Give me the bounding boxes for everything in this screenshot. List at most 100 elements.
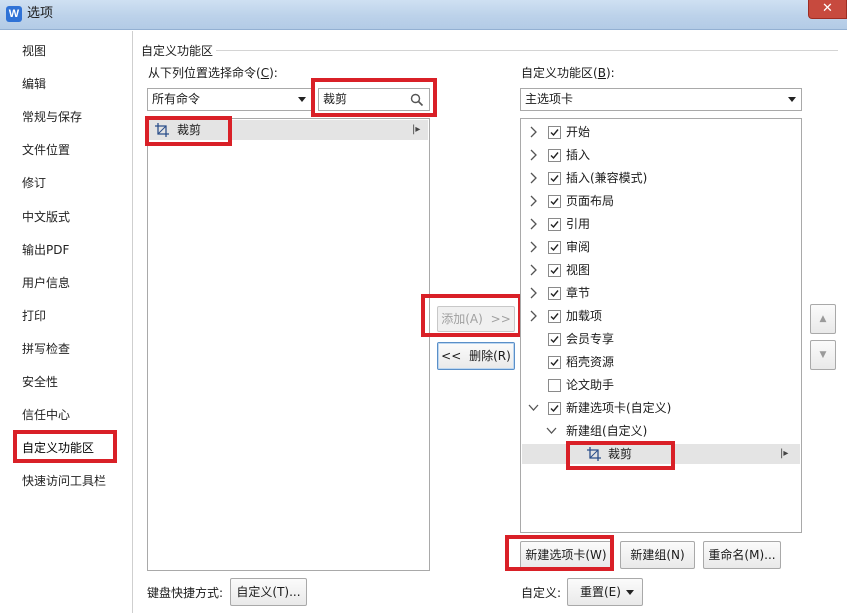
tree-row[interactable]: 审阅 [522, 237, 800, 257]
reset-button[interactable]: 重置(E) [567, 578, 643, 606]
tree-row[interactable]: 章节 [522, 283, 800, 303]
keyboard-customize-button[interactable]: 自定义(T)... [230, 578, 307, 606]
tree-label: 稻壳资源 [566, 355, 615, 369]
nav-item[interactable]: 拼写检查 [22, 339, 70, 359]
title-bar [0, 0, 847, 30]
tree-label: 页面布局 [566, 194, 615, 208]
window-title: 选项 [27, 6, 54, 21]
tree-row[interactable]: 加载项 [522, 306, 800, 326]
customize-row-label: 自定义: [521, 586, 562, 600]
tree-row[interactable]: 视图 [522, 260, 800, 280]
nav-item[interactable]: 常规与保存 [22, 107, 82, 127]
tree-crop-highlight-box [566, 441, 675, 470]
command-source-combo[interactable]: 所有命令 [147, 88, 312, 111]
checkbox[interactable] [548, 310, 561, 323]
expand-arrow-icon: |▸ [412, 124, 421, 135]
checkbox[interactable] [548, 379, 561, 392]
nav-item[interactable]: 安全性 [22, 372, 58, 392]
chevron-right-icon[interactable] [527, 191, 539, 211]
wps-logo-icon: W [6, 6, 22, 22]
nav-item[interactable]: 编辑 [22, 74, 46, 94]
new-group-button[interactable]: 新建组(N) [620, 541, 695, 569]
checkbox[interactable] [548, 195, 561, 208]
checkbox[interactable] [548, 356, 561, 369]
group-divider [216, 50, 838, 51]
tree-label: 引用 [566, 217, 591, 231]
remove-button[interactable]: << 删除(R) [437, 342, 515, 370]
tree-label: 新建组(自定义) [566, 424, 648, 438]
keyboard-shortcut-label: 键盘快捷方式: [147, 586, 224, 600]
chevron-down-icon [298, 97, 306, 102]
add-highlight-box [421, 294, 522, 337]
tree-row[interactable]: 稻壳资源 [522, 352, 800, 372]
rename-button[interactable]: 重命名(M)... [703, 541, 781, 569]
tree-row[interactable]: 新建选项卡(自定义) [522, 398, 800, 418]
checkbox[interactable] [548, 126, 561, 139]
checkbox[interactable] [548, 333, 561, 346]
search-highlight-box [311, 78, 437, 117]
nav-item[interactable]: 视图 [22, 41, 46, 61]
chevron-down-icon[interactable] [545, 421, 557, 441]
tree-label: 开始 [566, 125, 591, 139]
chevron-down-icon [626, 590, 634, 595]
chevron-right-icon[interactable] [527, 214, 539, 234]
tree-label: 会员专享 [566, 332, 615, 346]
group-title: 自定义功能区 [141, 42, 218, 59]
command-source-value: 所有命令 [152, 92, 201, 106]
checkbox[interactable] [548, 218, 561, 231]
command-list[interactable]: 裁剪 |▸ [147, 118, 430, 571]
chevron-down-icon [788, 97, 796, 102]
move-down-button[interactable]: ▼ [810, 340, 836, 370]
ribbon-tabs-value: 主选项卡 [525, 92, 574, 106]
tree-row[interactable]: 会员专享 [522, 329, 800, 349]
close-icon: ✕ [822, 1, 833, 16]
chevron-down-icon[interactable] [527, 398, 539, 418]
tree-row[interactable]: 插入 [522, 145, 800, 165]
chevron-right-icon[interactable] [527, 237, 539, 257]
expand-arrow-icon: |▸ [780, 448, 789, 459]
tree-label: 审阅 [566, 240, 591, 254]
tree-label: 插入 [566, 148, 591, 162]
checkbox[interactable] [548, 241, 561, 254]
tree-row[interactable]: 新建组(自定义) [522, 421, 800, 441]
tree-row[interactable]: 页面布局 [522, 191, 800, 211]
checkbox[interactable] [548, 149, 561, 162]
tree-row[interactable]: 引用 [522, 214, 800, 234]
close-button[interactable]: ✕ [808, 0, 847, 19]
chevron-right-icon[interactable] [527, 306, 539, 326]
chevron-right-icon[interactable] [527, 168, 539, 188]
chevron-right-icon[interactable] [527, 122, 539, 142]
nav-item[interactable]: 修订 [22, 173, 46, 193]
new-tab-highlight-box [505, 535, 614, 571]
nav-item[interactable]: 快速访问工具栏 [22, 471, 106, 491]
remove-label: 删除(R) [469, 349, 511, 363]
triangle-up-icon: ▲ [819, 314, 827, 324]
tree-label: 论文助手 [566, 378, 615, 392]
tree-label: 加载项 [566, 309, 603, 323]
reset-label: 重置(E) [580, 585, 621, 599]
tree-row[interactable]: 论文助手 [522, 375, 800, 395]
checkbox[interactable] [548, 172, 561, 185]
nav-item[interactable]: 用户信息 [22, 273, 70, 293]
chevron-right-icon[interactable] [527, 260, 539, 280]
tree-row[interactable]: 开始 [522, 122, 800, 142]
nav-item[interactable]: 中文版式 [22, 207, 70, 227]
nav-item[interactable]: 打印 [22, 306, 46, 326]
nav-item[interactable]: 输出PDF [22, 240, 69, 260]
triangle-down-icon: ▼ [819, 350, 827, 360]
checkbox[interactable] [548, 264, 561, 277]
remove-arrows: << [441, 349, 462, 363]
nav-item[interactable]: 信任中心 [22, 405, 70, 425]
checkbox[interactable] [548, 287, 561, 300]
ribbon-tabs-combo[interactable]: 主选项卡 [520, 88, 802, 111]
nav-item[interactable]: 文件位置 [22, 140, 70, 160]
chevron-right-icon[interactable] [527, 283, 539, 303]
tree-label: 新建选项卡(自定义) [566, 401, 672, 415]
customize-ribbon-label: 自定义功能区(B): [521, 66, 615, 80]
move-up-button[interactable]: ▲ [810, 304, 836, 334]
chevron-right-icon[interactable] [527, 145, 539, 165]
ribbon-tree[interactable]: 开始插入插入(兼容模式) 页面布局引用审阅视图章节加载项会员专享稻壳资源论文助手新… [520, 118, 802, 533]
checkbox[interactable] [548, 402, 561, 415]
tree-label: 插入(兼容模式) [566, 171, 648, 185]
tree-row[interactable]: 插入(兼容模式) [522, 168, 800, 188]
